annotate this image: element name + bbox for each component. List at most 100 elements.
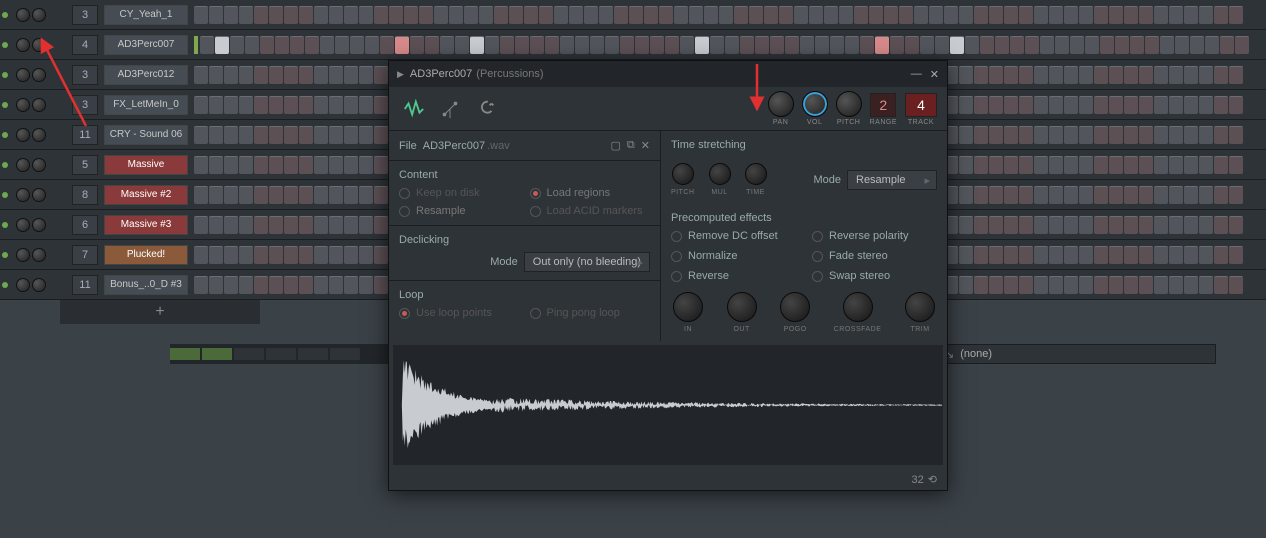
step-button[interactable] [980, 36, 994, 54]
step-button[interactable] [959, 186, 973, 204]
step-button[interactable] [1019, 66, 1033, 84]
step-button[interactable] [194, 96, 208, 114]
channel-vol-knob[interactable] [32, 8, 46, 22]
step-button[interactable] [1124, 66, 1138, 84]
step-button[interactable] [209, 156, 223, 174]
step-button[interactable] [959, 276, 973, 294]
dialog-titlebar[interactable]: ▶ AD3Perc007 (Percussions) — ✕ [389, 61, 947, 87]
step-button[interactable] [1004, 276, 1018, 294]
ts-mul-knob[interactable]: MUL [709, 163, 731, 196]
waveform-display[interactable] [393, 345, 943, 465]
step-button[interactable] [299, 126, 313, 144]
step-button[interactable] [785, 36, 799, 54]
step-button[interactable] [575, 36, 589, 54]
step-button[interactable] [1169, 246, 1183, 264]
step-button[interactable] [809, 6, 823, 24]
step-button[interactable] [974, 156, 988, 174]
step-button[interactable] [1139, 246, 1153, 264]
step-button[interactable] [440, 36, 454, 54]
channel-pan-knob[interactable] [16, 278, 30, 292]
step-button[interactable] [1004, 246, 1018, 264]
step-button[interactable] [1064, 216, 1078, 234]
step-button[interactable] [1040, 36, 1054, 54]
step-button[interactable] [1094, 126, 1108, 144]
channel-number[interactable]: 11 [72, 125, 98, 145]
folder-icon[interactable]: ▢ [611, 139, 621, 152]
channel-vol-knob[interactable] [32, 248, 46, 262]
step-button[interactable] [1124, 276, 1138, 294]
step-button[interactable] [1094, 216, 1108, 234]
step-button[interactable] [1139, 276, 1153, 294]
step-button[interactable] [209, 66, 223, 84]
ts-time-knob[interactable]: TIME [745, 163, 767, 196]
channel-pan-knob[interactable] [16, 158, 30, 172]
remove-dc-radio[interactable]: Remove DC offset [671, 230, 796, 242]
step-button[interactable] [314, 126, 328, 144]
channel-number[interactable]: 5 [72, 155, 98, 175]
step-button[interactable] [284, 6, 298, 24]
step-button[interactable] [1214, 186, 1228, 204]
trim-knob[interactable]: TRIM [905, 292, 935, 333]
channel-name-button[interactable]: Massive #3 [104, 215, 188, 235]
step-button[interactable] [344, 186, 358, 204]
step-button[interactable] [359, 276, 373, 294]
step-button[interactable] [194, 156, 208, 174]
channel-name-button[interactable]: AD3Perc012 [104, 65, 188, 85]
channel-pan-knob[interactable] [16, 8, 30, 22]
step-button[interactable] [1034, 276, 1048, 294]
step-button[interactable] [200, 36, 214, 54]
step-button[interactable] [194, 246, 208, 264]
step-button[interactable] [254, 276, 268, 294]
step-button[interactable] [1019, 246, 1033, 264]
step-button[interactable] [1034, 216, 1048, 234]
out-knob[interactable]: OUT [727, 292, 757, 333]
step-button[interactable] [230, 36, 244, 54]
step-button[interactable] [410, 36, 424, 54]
ruler-segment[interactable] [170, 348, 200, 360]
step-button[interactable] [194, 276, 208, 294]
step-button[interactable] [395, 36, 409, 54]
step-button[interactable] [1004, 6, 1018, 24]
step-button[interactable] [314, 66, 328, 84]
step-button[interactable] [584, 6, 598, 24]
step-button[interactable] [320, 36, 334, 54]
collapse-icon[interactable]: ▶ [397, 69, 404, 80]
step-button[interactable] [1229, 246, 1243, 264]
step-button[interactable] [1229, 216, 1243, 234]
step-button[interactable] [599, 6, 613, 24]
step-button[interactable] [299, 66, 313, 84]
step-button[interactable] [875, 36, 889, 54]
step-button[interactable] [1025, 36, 1039, 54]
step-button[interactable] [1064, 156, 1078, 174]
step-button[interactable] [284, 66, 298, 84]
channel-led[interactable] [2, 162, 8, 168]
load-regions-radio[interactable]: Load regions [530, 187, 651, 199]
step-button[interactable] [299, 276, 313, 294]
channel-vol-knob[interactable] [32, 68, 46, 82]
track-display[interactable]: 4TRACK [905, 93, 937, 126]
step-button[interactable] [1100, 36, 1114, 54]
step-button[interactable] [989, 66, 1003, 84]
step-button[interactable] [1214, 96, 1228, 114]
step-button[interactable] [965, 36, 979, 54]
step-button[interactable] [974, 186, 988, 204]
step-button[interactable] [1199, 6, 1213, 24]
browse-icon[interactable]: ⧉ [627, 139, 635, 152]
channel-number[interactable]: 4 [72, 35, 98, 55]
step-button[interactable] [209, 276, 223, 294]
sample-tab-icon[interactable] [399, 94, 429, 124]
step-button[interactable] [485, 36, 499, 54]
in-knob[interactable]: IN [673, 292, 703, 333]
step-button[interactable] [959, 216, 973, 234]
step-button[interactable] [899, 6, 913, 24]
step-button[interactable] [1199, 156, 1213, 174]
step-button[interactable] [1019, 216, 1033, 234]
step-button[interactable] [800, 36, 814, 54]
channel-pan-knob[interactable] [16, 218, 30, 232]
step-button[interactable] [1154, 156, 1168, 174]
step-button[interactable] [1079, 126, 1093, 144]
channel-name-button[interactable]: CRY - Sound 06 [104, 125, 188, 145]
step-button[interactable] [569, 6, 583, 24]
clear-file-icon[interactable]: ✕ [641, 139, 650, 152]
step-button[interactable] [659, 6, 673, 24]
